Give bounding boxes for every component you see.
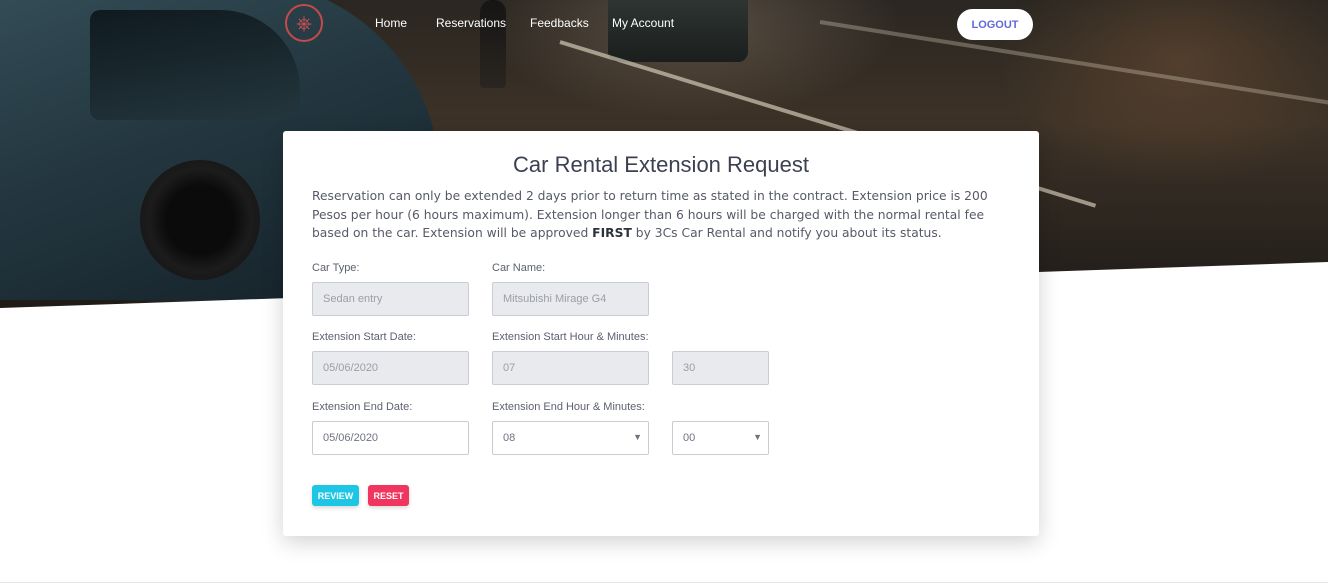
- reset-button[interactable]: RESET: [368, 485, 409, 506]
- footer-divider: [0, 582, 1328, 583]
- extension-request-card: Car Rental Extension Request Reservation…: [283, 131, 1039, 536]
- caret-down-icon: ▼: [753, 432, 762, 442]
- logout-button[interactable]: LOGOUT: [957, 9, 1033, 40]
- car-name-label: Car Name:: [492, 262, 546, 274]
- nav-my-account-link[interactable]: My Account: [612, 16, 674, 30]
- extension-start-date-field: 05/06/2020: [312, 351, 469, 385]
- extension-start-time-label: Extension Start Hour & Minutes:: [492, 331, 649, 343]
- car-name-field: Mitsubishi Mirage G4: [492, 282, 649, 316]
- extension-end-time-label: Extension End Hour & Minutes:: [492, 401, 645, 413]
- nav-feedbacks-link[interactable]: Feedbacks: [530, 16, 589, 30]
- nav-reservations-link[interactable]: Reservations: [436, 16, 506, 30]
- steering-wheel-logo-icon[interactable]: ⎈: [285, 4, 323, 42]
- review-button[interactable]: REVIEW: [312, 485, 359, 506]
- extension-end-date-input[interactable]: 05/06/2020: [312, 421, 469, 455]
- extension-start-hour-field: 07: [492, 351, 649, 385]
- car-type-field: Sedan entry: [312, 282, 469, 316]
- caret-down-icon: ▼: [633, 432, 642, 442]
- extension-start-date-label: Extension Start Date:: [312, 331, 416, 343]
- extension-end-minute-select[interactable]: 00 ▼: [672, 421, 769, 455]
- nav-home-link[interactable]: Home: [375, 16, 407, 30]
- extension-start-minute-field: 30: [672, 351, 769, 385]
- car-type-label: Car Type:: [312, 262, 360, 274]
- page-title: Car Rental Extension Request: [513, 152, 809, 177]
- extension-end-hour-select[interactable]: 08 ▼: [492, 421, 649, 455]
- extension-policy-description: Reservation can only be extended 2 days …: [312, 189, 988, 240]
- extension-end-date-label: Extension End Date:: [312, 401, 413, 413]
